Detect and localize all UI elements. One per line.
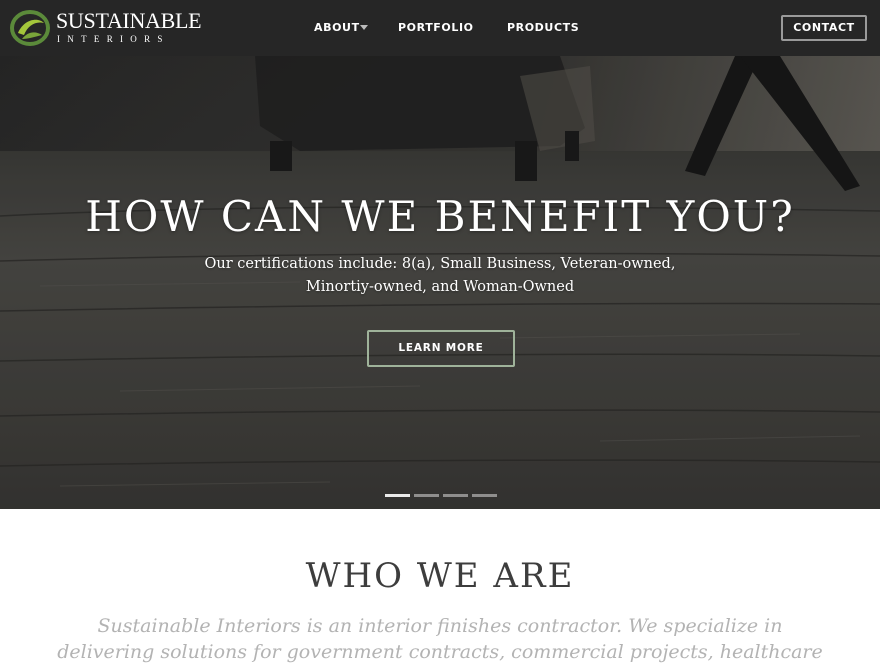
slide-indicator-4[interactable] bbox=[472, 494, 497, 497]
slide-indicator-3[interactable] bbox=[443, 494, 468, 497]
who-we-are-text-line-2: delivering solutions for government cont… bbox=[57, 641, 823, 663]
who-we-are-heading: WHO WE ARE bbox=[305, 556, 575, 596]
nav-portfolio[interactable]: PORTFOLIO bbox=[398, 21, 474, 35]
leaf-logo-icon bbox=[10, 10, 50, 46]
nav-about[interactable]: ABOUT bbox=[314, 21, 360, 35]
logo-wordmark-bottom: INTERIORS bbox=[57, 34, 170, 44]
top-navigation: SUSTAINABLE INTERIORS ABOUT PORTFOLIO PR… bbox=[0, 0, 880, 56]
learn-more-button[interactable]: LEARN MORE bbox=[367, 330, 515, 367]
hero-title: HOW CAN WE BENEFIT YOU? bbox=[85, 192, 795, 241]
who-we-are-text-line-1: Sustainable Interiors is an interior fin… bbox=[97, 615, 783, 637]
contact-button[interactable]: CONTACT bbox=[781, 15, 867, 41]
hero-slider: HOW CAN WE BENEFIT YOU? Our certificatio… bbox=[0, 56, 880, 509]
site-logo[interactable]: SUSTAINABLE INTERIORS bbox=[10, 8, 202, 48]
slide-indicator-1[interactable] bbox=[385, 494, 410, 497]
slide-indicator-2[interactable] bbox=[414, 494, 439, 497]
hero-subtitle-line-2: Minortiy-owned, and Woman-Owned bbox=[305, 279, 575, 295]
caret-down-icon[interactable] bbox=[360, 25, 368, 31]
nav-products[interactable]: PRODUCTS bbox=[507, 21, 579, 35]
hero-subtitle-line-1: Our certifications include: 8(a), Small … bbox=[204, 256, 676, 272]
logo-wordmark-top: SUSTAINABLE bbox=[56, 8, 202, 33]
